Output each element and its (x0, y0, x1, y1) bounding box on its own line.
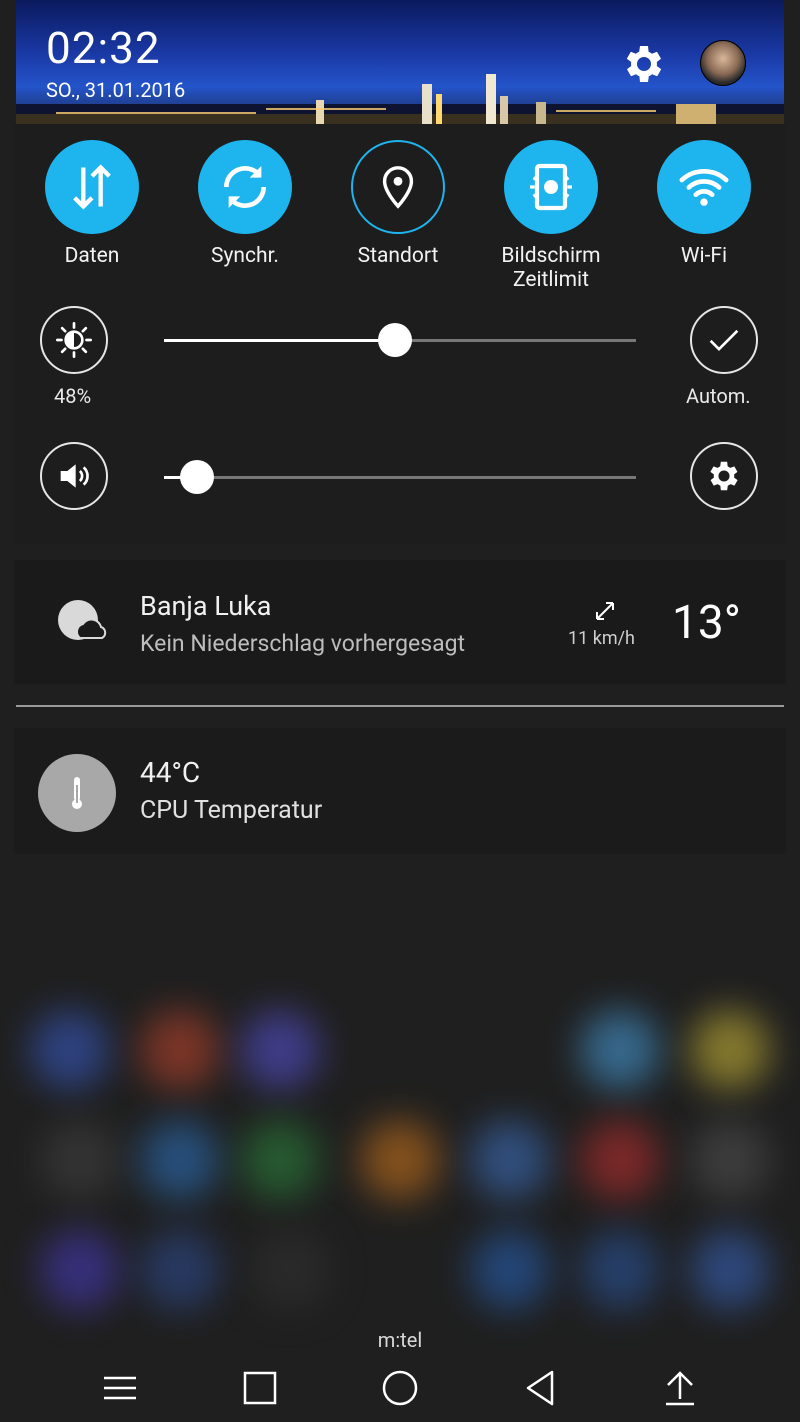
toggle-label: Synchr. (211, 244, 279, 268)
toggle-label: Standort (357, 244, 439, 268)
cpu-temperature-notification[interactable]: 44°C CPU Temperatur (14, 728, 786, 854)
recents-square-icon (243, 1371, 277, 1405)
cpu-temperature-label: CPU Temperatur (140, 796, 323, 825)
toggle-data[interactable]: Daten (17, 140, 167, 268)
user-avatar[interactable] (700, 40, 746, 86)
speaker-icon (60, 464, 89, 488)
upload-button[interactable] (658, 1366, 702, 1410)
menu-icon (104, 1376, 136, 1400)
divider (16, 705, 784, 707)
brightness-slider[interactable] (164, 323, 636, 357)
toggle-label: Wi-Fi (680, 244, 728, 268)
gear-icon (710, 461, 738, 491)
wifi-icon (679, 169, 729, 206)
brightness-button[interactable] (40, 306, 108, 374)
carrier-name: m:tel (377, 1328, 423, 1352)
date-text: SO., 31.01.2016 (46, 78, 186, 102)
location-pin-icon (382, 166, 414, 209)
quick-settings-panel: Daten Synchr. Standort Bildschirm Zeitli… (14, 124, 786, 544)
wind-direction-icon (596, 602, 614, 620)
settings-gear-icon[interactable] (620, 40, 668, 88)
screen-timeout-icon (530, 163, 572, 211)
toggle-sync[interactable]: Synchr. (170, 140, 320, 268)
notification-header: 02:32 SO., 31.01.2016 (16, 0, 784, 124)
auto-brightness-button[interactable] (690, 306, 758, 374)
wifi-toggle-button[interactable] (657, 140, 751, 234)
cpu-icon-circle (38, 754, 116, 832)
brightness-percent: 48% (54, 384, 92, 408)
auto-brightness-label: Autom. (686, 384, 751, 408)
volume-slider[interactable] (164, 460, 636, 494)
home-button[interactable] (378, 1366, 422, 1410)
checkmark-icon (709, 329, 739, 352)
weather-city: Banja Luka (140, 590, 272, 622)
toggle-location[interactable]: Standort (323, 140, 473, 268)
data-arrows-icon (73, 164, 111, 210)
toggle-label: Bildschirm Zeitlimit (501, 244, 601, 292)
weather-notification[interactable]: Banja Luka Kein Niederschlag vorhergesag… (14, 560, 786, 684)
back-button[interactable] (518, 1366, 562, 1410)
thermometer-icon (72, 777, 82, 809)
menu-button[interactable] (98, 1366, 142, 1410)
toggle-screen-timeout[interactable]: Bildschirm Zeitlimit (476, 140, 626, 292)
toggle-label: Daten (64, 244, 120, 268)
brightness-slider-knob[interactable] (378, 323, 413, 357)
toggle-wifi[interactable]: Wi-Fi (629, 140, 779, 268)
upload-arrow-icon (666, 1371, 694, 1406)
location-toggle-button[interactable] (351, 140, 445, 234)
partly-cloudy-moon-icon (58, 600, 107, 640)
back-triangle-icon (526, 1370, 554, 1406)
home-circle-icon (382, 1370, 418, 1406)
weather-description: Kein Niederschlag vorhergesagt (140, 630, 466, 657)
weather-wind-speed: 11 km/h (568, 628, 635, 649)
volume-button[interactable] (40, 442, 108, 510)
sound-settings-button[interactable] (690, 442, 758, 510)
volume-slider-knob[interactable] (180, 460, 215, 494)
brightness-slider-fill (164, 339, 396, 342)
clock-time: 02:32 (46, 22, 161, 74)
sync-icon (224, 166, 266, 208)
brightness-icon (56, 322, 92, 358)
weather-temperature: 13° (672, 596, 741, 650)
data-toggle-button[interactable] (45, 140, 139, 234)
cpu-temperature-value: 44°C (140, 756, 201, 789)
recents-button[interactable] (238, 1366, 282, 1410)
sync-toggle-button[interactable] (198, 140, 292, 234)
screen-timeout-toggle-button[interactable] (504, 140, 598, 234)
